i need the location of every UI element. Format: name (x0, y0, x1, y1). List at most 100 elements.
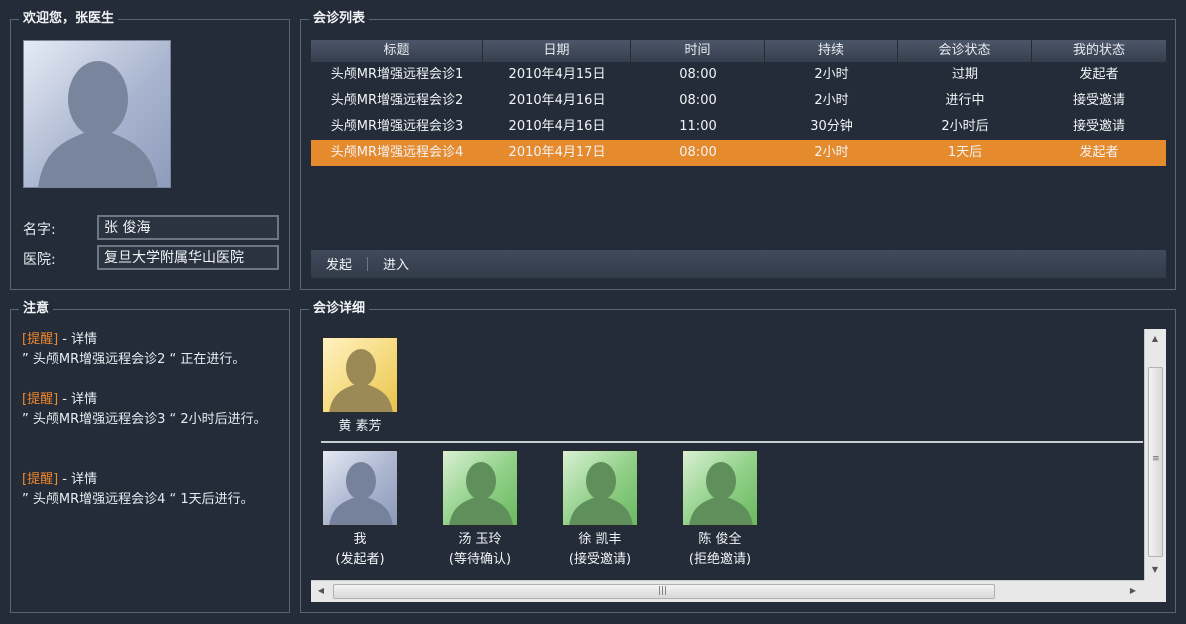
cell-duration: 2小时 (814, 93, 849, 108)
cell-time: 08:00 (679, 93, 717, 108)
cell-time: 11:00 (679, 119, 717, 134)
reminder-tag[interactable]: [提醒] (22, 332, 58, 347)
avatar (442, 450, 518, 526)
participant-card[interactable]: 陈 俊全 (拒绝邀请) (681, 450, 759, 570)
avatar-silhouette-icon (329, 349, 393, 412)
column-header-date[interactable]: 日期 (483, 40, 631, 62)
name-label: 名字: (23, 222, 56, 238)
detail-link[interactable]: - 详情 (58, 332, 97, 347)
participant-card[interactable]: 徐 凯丰 (接受邀请) (561, 450, 639, 570)
meeting-table: 标题 日期 时间 持续 会诊状态 我的状态 头颅MR增强远程会诊1 2010年4… (311, 40, 1166, 166)
grip-icon: ≡ (1152, 454, 1160, 464)
avatar-silhouette-icon (449, 462, 513, 525)
horizontal-scrollbar[interactable]: ◀ ||| ▶ (311, 580, 1144, 602)
scroll-down-icon[interactable]: ▼ (1145, 565, 1165, 574)
hospital-field[interactable]: 复旦大学附属华山医院 (97, 245, 279, 270)
avatar (322, 337, 398, 413)
meeting-toolbar: 发起 进入 (311, 250, 1166, 278)
notice-item: [提醒] - 详情 ” 头颅MR增强远程会诊3 “ 2小时后进行。 (22, 390, 282, 430)
participant-status: (等待确认) (448, 552, 512, 567)
grip-icon: ||| (658, 586, 668, 596)
cell-duration: 2小时 (814, 145, 849, 160)
cell-title: 头颅MR增强远程会诊2 (330, 93, 464, 108)
column-header-status[interactable]: 会诊状态 (898, 40, 1032, 62)
notice-panel: 注意 [提醒] - 详情 ” 头颅MR增强远程会诊2 “ 正在进行。 [提醒] … (10, 301, 290, 613)
host-card[interactable]: 黄 素芳 (321, 337, 399, 437)
cell-status: 过期 (951, 67, 978, 82)
participant-status: (拒绝邀请) (688, 552, 752, 567)
table-row[interactable]: 头颅MR增强远程会诊1 2010年4月15日 08:00 2小时 过期 发起者 (311, 62, 1166, 88)
participant-card[interactable]: 汤 玉玲 (等待确认) (441, 450, 519, 570)
table-row[interactable]: 头颅MR增强远程会诊2 2010年4月16日 08:00 2小时 进行中 接受邀… (311, 88, 1166, 114)
scroll-corner (1144, 580, 1166, 602)
welcome-title: 欢迎您，张医生 (19, 11, 119, 27)
avatar-silhouette-icon (38, 61, 158, 187)
scroll-up-icon[interactable]: ▲ (1145, 334, 1165, 343)
cell-duration: 30分钟 (810, 119, 853, 134)
cell-duration: 2小时 (814, 67, 849, 82)
table-row-selected[interactable]: 头颅MR增强远程会诊4 2010年4月17日 08:00 2小时 1天后 发起者 (311, 140, 1166, 166)
cell-my-status: 发起者 (1079, 145, 1119, 160)
table-row[interactable]: 头颅MR增强远程会诊3 2010年4月16日 11:00 30分钟 2小时后 接… (311, 114, 1166, 140)
participant-name: 陈 俊全 (698, 532, 742, 547)
column-header-time[interactable]: 时间 (631, 40, 765, 62)
cell-date: 2010年4月16日 (508, 119, 606, 134)
scroll-left-icon[interactable]: ◀ (311, 586, 331, 595)
avatar-silhouette-icon (689, 462, 753, 525)
column-header-my-status[interactable]: 我的状态 (1032, 40, 1166, 62)
notice-text: ” 头颅MR增强远程会诊3 “ 2小时后进行。 (22, 412, 267, 427)
cell-status: 2小时后 (941, 119, 989, 134)
notice-text: ” 头颅MR增强远程会诊2 “ 正在进行。 (22, 352, 246, 367)
participant-name: 徐 凯丰 (578, 532, 622, 547)
cell-my-status: 接受邀请 (1072, 119, 1125, 134)
horizontal-scroll-thumb[interactable]: ||| (333, 584, 995, 599)
cell-status: 进行中 (945, 93, 985, 108)
meeting-detail-panel: 会诊详细 黄 素芳 我 (发起者) 汤 玉玲 (等待确认) 徐 凯丰 (接受邀请… (300, 301, 1176, 613)
avatar (682, 450, 758, 526)
cell-time: 08:00 (679, 145, 717, 160)
notice-title: 注意 (19, 301, 54, 317)
vertical-scrollbar[interactable]: ▲ ≡ ▼ (1144, 329, 1166, 580)
cell-date: 2010年4月15日 (508, 67, 606, 82)
cell-my-status: 发起者 (1079, 67, 1119, 82)
reminder-tag[interactable]: [提醒] (22, 472, 58, 487)
participant-status: (发起者) (335, 552, 385, 567)
divider (321, 441, 1143, 443)
participant-name: 我 (353, 532, 367, 547)
cell-title: 头颅MR增强远程会诊4 (330, 145, 464, 160)
avatar-silhouette-icon (569, 462, 633, 525)
launch-button[interactable]: 发起 (311, 252, 367, 280)
meeting-list-panel: 会诊列表 标题 日期 时间 持续 会诊状态 我的状态 头颅MR增强远程会诊1 2… (300, 11, 1176, 290)
notice-text: ” 头颅MR增强远程会诊4 “ 1天后进行。 (22, 492, 254, 507)
cell-my-status: 接受邀请 (1072, 93, 1125, 108)
notice-item: [提醒] - 详情 ” 头颅MR增强远程会诊2 “ 正在进行。 (22, 330, 282, 370)
meeting-detail-title: 会诊详细 (309, 301, 370, 317)
user-avatar (23, 40, 171, 188)
avatar-silhouette-icon (329, 462, 393, 525)
reminder-tag[interactable]: [提醒] (22, 392, 58, 407)
detail-link[interactable]: - 详情 (58, 392, 97, 407)
participant-name: 汤 玉玲 (458, 532, 502, 547)
cell-date: 2010年4月17日 (508, 145, 606, 160)
participant-card[interactable]: 我 (发起者) (321, 450, 399, 570)
column-header-duration[interactable]: 持续 (765, 40, 898, 62)
cell-date: 2010年4月16日 (508, 93, 606, 108)
hospital-label: 医院: (23, 252, 56, 268)
column-header-title[interactable]: 标题 (311, 40, 483, 62)
cell-title: 头颅MR增强远程会诊3 (330, 119, 464, 134)
cell-title: 头颅MR增强远程会诊1 (330, 67, 464, 82)
welcome-panel: 欢迎您，张医生 名字: 张 俊海 医院: 复旦大学附属华山医院 (10, 11, 290, 290)
cell-status: 1天后 (947, 145, 983, 160)
name-field[interactable]: 张 俊海 (97, 215, 279, 240)
participant-status: (接受邀请) (568, 552, 632, 567)
enter-button[interactable]: 进入 (368, 252, 424, 280)
detail-link[interactable]: - 详情 (58, 472, 97, 487)
notice-item: [提醒] - 详情 ” 头颅MR增强远程会诊4 “ 1天后进行。 (22, 470, 282, 510)
avatar (322, 450, 398, 526)
meeting-list-title: 会诊列表 (309, 11, 370, 27)
table-header: 标题 日期 时间 持续 会诊状态 我的状态 (311, 40, 1166, 62)
avatar (562, 450, 638, 526)
cell-time: 08:00 (679, 67, 717, 82)
scroll-right-icon[interactable]: ▶ (1123, 586, 1143, 595)
vertical-scroll-thumb[interactable]: ≡ (1148, 367, 1163, 557)
